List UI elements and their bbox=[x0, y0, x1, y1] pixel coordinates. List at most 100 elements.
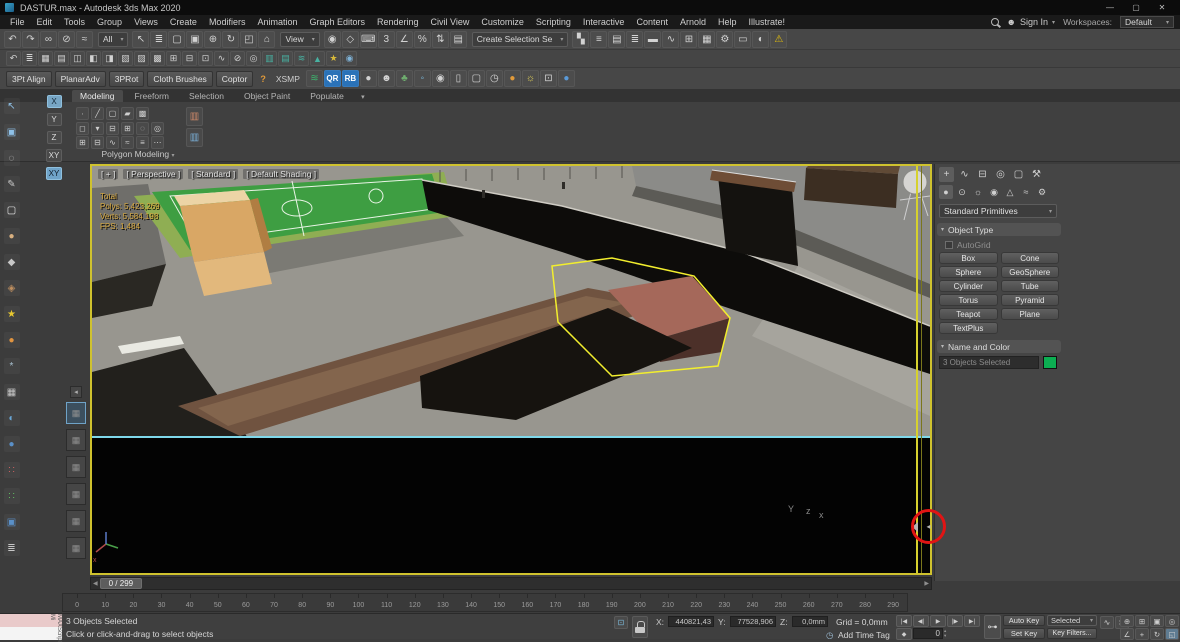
viewport-layout-tab[interactable]: ▦ bbox=[66, 510, 86, 532]
layout-flyout-icon[interactable]: ◂ bbox=[70, 386, 82, 398]
create-tab-icon[interactable]: + bbox=[939, 167, 954, 182]
sign-in-button[interactable]: ☻ Sign In ▾ bbox=[1007, 16, 1056, 28]
percent-snap-icon[interactable]: % bbox=[414, 31, 431, 48]
track-bar[interactable]: 0102030405060708090100110120130140150160… bbox=[62, 593, 908, 612]
select-and-place-icon[interactable]: ⌂ bbox=[258, 31, 275, 48]
blue-ball-icon[interactable]: ● bbox=[4, 436, 20, 452]
orbit-icon[interactable]: ↻ bbox=[1150, 628, 1164, 640]
align-icon[interactable]: ≡ bbox=[590, 31, 607, 48]
isolate-selection-icon[interactable]: ⊡ bbox=[614, 616, 628, 629]
menu-item[interactable]: Edit bbox=[31, 17, 59, 27]
time-slider-handle[interactable]: 0 / 299 bbox=[100, 578, 142, 589]
render-icon[interactable]: ◐ bbox=[752, 31, 769, 48]
spacewarps-category-icon[interactable]: ≈ bbox=[1019, 185, 1033, 199]
tan-sphere-icon[interactable]: ● bbox=[4, 228, 20, 244]
axis-constraint-button[interactable]: Y bbox=[47, 113, 62, 126]
object-type-rollout[interactable]: ▾ Object Type bbox=[937, 223, 1061, 236]
ribbon-tab[interactable]: Object Paint bbox=[236, 90, 298, 102]
star-icon[interactable]: ★ bbox=[4, 306, 20, 322]
zoom-extents-icon[interactable]: ▣ bbox=[1150, 615, 1164, 627]
script-button[interactable]: 3PRot bbox=[109, 71, 145, 87]
display-tab-icon[interactable]: ▢ bbox=[1011, 167, 1026, 182]
monitor-icon[interactable]: ⊡ bbox=[540, 70, 557, 87]
select-and-scale-icon[interactable]: ◰ bbox=[240, 31, 257, 48]
goto-end-button[interactable]: ▶| bbox=[964, 615, 980, 627]
angle-snap-icon[interactable]: ∠ bbox=[396, 31, 413, 48]
axis-constraint-button[interactable]: X bbox=[47, 95, 62, 108]
primitives-dropdown[interactable]: Standard Primitives ▾ bbox=[939, 204, 1057, 218]
list-icon[interactable]: ≡ bbox=[136, 136, 149, 149]
ribbon-toggle-icon[interactable]: ▬ bbox=[644, 31, 661, 48]
curve-editor-icon[interactable]: ∿ bbox=[662, 31, 679, 48]
primitive-button[interactable]: TextPlus bbox=[939, 322, 998, 334]
slider-right-arrow-icon[interactable]: ▶ bbox=[922, 580, 931, 587]
list-tool-icon[interactable]: ≣ bbox=[4, 540, 20, 556]
use-pivot-center-icon[interactable]: ◉ bbox=[324, 31, 341, 48]
key-mode-toggle[interactable]: ◆ bbox=[896, 628, 912, 640]
menu-item[interactable]: Customize bbox=[475, 17, 530, 27]
primitive-button[interactable]: Sphere bbox=[939, 266, 998, 278]
cameras-category-icon[interactable]: ◉ bbox=[987, 185, 1001, 199]
ribbon-tab[interactable]: Freeform bbox=[127, 90, 177, 102]
viewport-scene[interactable]: Y z x x bbox=[92, 166, 930, 573]
menu-item[interactable]: File bbox=[4, 17, 31, 27]
civil-table-icon[interactable]: ▤ bbox=[278, 51, 293, 66]
select-and-manipulate-icon[interactable]: ◇ bbox=[342, 31, 359, 48]
mirror-icon[interactable]: ▚ bbox=[572, 31, 589, 48]
set-keys-button[interactable]: ⊶ bbox=[984, 615, 1001, 639]
help-icon[interactable]: ? bbox=[260, 74, 266, 84]
red-dots-icon[interactable]: ∷ bbox=[4, 462, 20, 478]
set-key-button[interactable]: Set Key bbox=[1003, 628, 1045, 639]
snaps-toggle-icon[interactable]: 3 bbox=[378, 31, 395, 48]
paint-select-icon[interactable]: ✎ bbox=[4, 176, 20, 192]
shade-right-icon[interactable]: ◨ bbox=[102, 51, 117, 66]
ribbon-tab[interactable]: Selection bbox=[181, 90, 232, 102]
viewport-layout-tab[interactable]: ▦ bbox=[66, 456, 86, 478]
primitive-button[interactable]: Teapot bbox=[939, 308, 998, 320]
named-sets-icon[interactable]: ▤ bbox=[450, 31, 467, 48]
camera-icon[interactable]: ◉ bbox=[432, 70, 449, 87]
bind-to-space-warp-icon[interactable]: ≈ bbox=[76, 31, 93, 48]
shade-left-icon[interactable]: ◧ bbox=[86, 51, 101, 66]
maxscript-mini-listener[interactable]: MAXScript Mi bbox=[0, 614, 62, 640]
layer-list-icon[interactable]: ≣ bbox=[22, 51, 37, 66]
marquee-tool-icon[interactable]: ▣ bbox=[4, 124, 20, 140]
curve-tool-icon[interactable]: ∿ bbox=[214, 51, 229, 66]
menu-item[interactable]: Help bbox=[712, 17, 743, 27]
menu-item[interactable]: Interactive bbox=[577, 17, 631, 27]
menu-item[interactable]: Content bbox=[630, 17, 674, 27]
grid-toggle-icon[interactable]: ▦ bbox=[38, 51, 53, 66]
orange-sphere-icon[interactable]: ● bbox=[504, 70, 521, 87]
slider-left-arrow-icon[interactable]: ◀ bbox=[91, 580, 100, 587]
key-filters-button[interactable]: Key Filters... bbox=[1047, 628, 1097, 639]
rectangular-selection-icon[interactable]: ▢ bbox=[168, 31, 185, 48]
qr-badge[interactable]: QR bbox=[324, 70, 341, 87]
scene-explorer-icon[interactable]: ▤ bbox=[608, 31, 625, 48]
primitive-button[interactable]: Pyramid bbox=[1001, 294, 1060, 306]
viewport-label-segment[interactable]: [ Default Shading ] bbox=[243, 169, 319, 179]
green-dots-icon[interactable]: ∷ bbox=[4, 488, 20, 504]
edge-mode-icon[interactable]: ╱ bbox=[91, 107, 104, 120]
zoom-all-icon[interactable]: ⊞ bbox=[1135, 615, 1149, 627]
viewport-layout-tab[interactable]: ▦ bbox=[66, 537, 86, 559]
curve-icon[interactable]: ∿ bbox=[106, 136, 119, 149]
maximize-button[interactable]: ▢ bbox=[1123, 1, 1149, 14]
orange-ball-icon[interactable]: ● bbox=[4, 332, 20, 348]
layer-explorer-icon[interactable]: ≣ bbox=[626, 31, 643, 48]
menu-item[interactable]: Rendering bbox=[371, 17, 425, 27]
ring-icon[interactable]: ◎ bbox=[151, 122, 164, 135]
y-coordinate-field[interactable]: 77528,906 bbox=[730, 616, 776, 627]
dense-grid-icon[interactable]: ▩ bbox=[150, 51, 165, 66]
lasso-tool-icon[interactable]: ◌ bbox=[4, 150, 20, 166]
viewport-label-segment[interactable]: [ Standard ] bbox=[188, 169, 238, 179]
plus-grid-icon[interactable]: ⊞ bbox=[166, 51, 181, 66]
page-icon[interactable]: ▯ bbox=[450, 70, 467, 87]
shapes-category-icon[interactable]: ⊙ bbox=[955, 185, 969, 199]
droplet-icon[interactable]: ◦ bbox=[414, 70, 431, 87]
maximize-viewport-icon[interactable]: ◱ bbox=[1165, 628, 1179, 640]
next-frame-button[interactable]: |▶ bbox=[947, 615, 963, 627]
blue-sphere-icon[interactable]: ● bbox=[558, 70, 575, 87]
schematic-view-icon[interactable]: ⊞ bbox=[680, 31, 697, 48]
object-name-field[interactable]: 3 Objects Selected bbox=[939, 356, 1039, 369]
autogrid-checkbox[interactable] bbox=[945, 241, 953, 249]
